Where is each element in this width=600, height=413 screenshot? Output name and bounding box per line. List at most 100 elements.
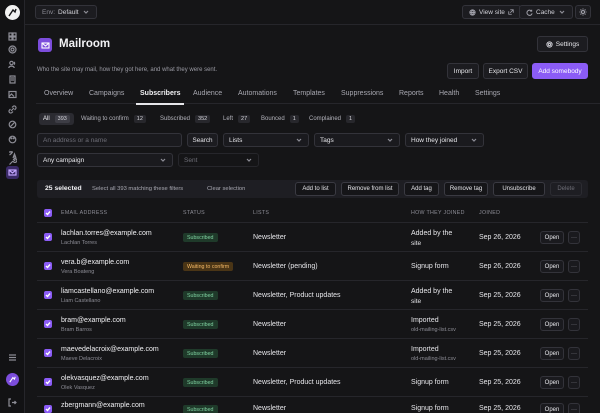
row-checkbox[interactable] <box>44 291 52 299</box>
more-actions-button[interactable]: ··· <box>568 347 580 360</box>
more-actions-button[interactable]: ··· <box>568 376 580 389</box>
segment-count: 393 <box>54 115 70 123</box>
table-row[interactable]: bram@example.com Bram Barros Subscribed … <box>37 309 588 338</box>
logo-icon[interactable] <box>5 5 20 20</box>
link-icon[interactable] <box>6 103 19 116</box>
block-icon[interactable] <box>6 118 19 131</box>
remove-tag-button[interactable]: Remove tag <box>444 182 488 196</box>
table-row[interactable]: lachlan.torres@example.com Lachlan Torre… <box>37 222 588 251</box>
select-all-checkbox[interactable] <box>44 209 52 217</box>
subscriber-email[interactable]: liamcastellano@example.com <box>61 288 154 295</box>
subscriber-email[interactable]: lachlan.torres@example.com <box>61 230 152 237</box>
logout-icon[interactable] <box>6 396 19 409</box>
dashboard-icon[interactable] <box>6 30 19 43</box>
delete-button[interactable]: Delete <box>550 182 582 196</box>
table-row[interactable]: liamcastellano@example.com Liam Castella… <box>37 280 588 309</box>
theme-toggle-button[interactable] <box>575 5 591 19</box>
segment-left[interactable]: Left 27 <box>223 113 251 125</box>
subscriber-email[interactable]: olekvasquez@example.com <box>61 375 149 382</box>
tab-reports[interactable]: Reports <box>399 90 424 97</box>
tab-overview[interactable]: Overview <box>44 90 73 97</box>
more-actions-button[interactable]: ··· <box>568 403 580 413</box>
table-row[interactable]: maevedelacroix@example.com Maeve Delacro… <box>37 338 588 367</box>
tab-audience[interactable]: Audience <box>193 90 222 97</box>
add-tag-button[interactable]: Add tag <box>404 182 439 196</box>
image-icon[interactable] <box>6 88 19 101</box>
row-checkbox[interactable] <box>44 262 52 270</box>
tab-health[interactable]: Health <box>439 90 459 97</box>
joined-date: Sep 25, 2026 <box>479 379 521 386</box>
palette-icon[interactable] <box>6 133 19 146</box>
column-header-lists[interactable]: LISTS <box>253 210 269 216</box>
campaign-select[interactable]: Any campaign <box>37 153 173 167</box>
user-avatar[interactable] <box>6 373 19 386</box>
import-button[interactable]: Import <box>447 63 479 79</box>
subscriber-lists: Newsletter <box>253 321 287 328</box>
add-to-list-button[interactable]: Add to list <box>295 182 336 196</box>
document-icon[interactable] <box>6 73 19 86</box>
open-button[interactable]: Open <box>540 318 564 331</box>
row-checkbox[interactable] <box>44 320 52 328</box>
export-csv-button[interactable]: Export CSV <box>483 63 528 79</box>
row-checkbox[interactable] <box>44 405 52 413</box>
segment-bounced[interactable]: Bounced 1 <box>261 113 299 125</box>
shortcuts-icon[interactable] <box>6 351 19 364</box>
settings-button[interactable]: Settings <box>537 36 588 52</box>
table-row[interactable]: vera.b@example.com Vera Boateng Waiting … <box>37 251 588 280</box>
lists-select[interactable]: Lists <box>223 133 309 147</box>
select-all-link[interactable]: Select all 393 matching these filters <box>92 186 183 192</box>
tab-campaigns[interactable]: Campaigns <box>89 90 124 97</box>
tags-select[interactable]: Tags <box>314 133 400 147</box>
subscriber-email[interactable]: bram@example.com <box>61 317 126 324</box>
remove-from-list-button[interactable]: Remove from list <box>341 182 399 196</box>
open-button[interactable]: Open <box>540 403 564 413</box>
search-input[interactable]: An address or a name <box>37 133 182 147</box>
open-button[interactable]: Open <box>540 231 564 244</box>
clear-selection-link[interactable]: Clear selection <box>207 186 245 192</box>
more-actions-button[interactable]: ··· <box>568 231 580 244</box>
open-button[interactable]: Open <box>540 260 564 273</box>
more-actions-button[interactable]: ··· <box>568 318 580 331</box>
users-icon[interactable] <box>6 58 19 71</box>
tab-subscribers[interactable]: Subscribers <box>140 90 180 97</box>
more-actions-button[interactable]: ··· <box>568 289 580 302</box>
tab-automations[interactable]: Automations <box>238 90 277 97</box>
cache-button[interactable]: Cache <box>519 5 573 19</box>
how-joined-select[interactable]: How they joined <box>405 133 484 147</box>
mail-icon[interactable] <box>6 166 19 179</box>
column-header-joined[interactable]: JOINED <box>479 210 500 216</box>
row-checkbox[interactable] <box>44 349 52 357</box>
search-button[interactable]: Search <box>187 133 218 147</box>
unsubscribe-button[interactable]: Unsubscribe <box>493 182 545 196</box>
open-button[interactable]: Open <box>540 376 564 389</box>
sent-select[interactable]: Sent <box>178 153 259 167</box>
row-checkbox[interactable] <box>44 233 52 241</box>
table-row[interactable]: zbergmann@example.com Subscribed Newslet… <box>37 396 588 413</box>
column-header-email[interactable]: EMAIL ADDRESS <box>61 210 107 216</box>
gear-icon[interactable] <box>6 43 19 56</box>
check-icon <box>45 293 51 298</box>
segment-waiting[interactable]: Waiting to confirm 12 <box>81 113 146 125</box>
status-badge: Subscribed <box>183 291 218 300</box>
segment-complained[interactable]: Complained 1 <box>309 113 356 125</box>
subscriber-email[interactable]: vera.b@example.com <box>61 259 129 266</box>
add-somebody-button[interactable]: Add somebody <box>532 63 588 79</box>
tab-templates[interactable]: Templates <box>293 90 325 97</box>
open-button[interactable]: Open <box>540 347 564 360</box>
environment-selector[interactable]: Env: Default <box>35 5 97 19</box>
row-checkbox[interactable] <box>44 378 52 386</box>
subscriber-lists: Newsletter (pending) <box>253 263 318 270</box>
tab-settings[interactable]: Settings <box>475 90 500 97</box>
subscriber-email[interactable]: zbergmann@example.com <box>61 402 145 409</box>
more-actions-button[interactable]: ··· <box>568 260 580 273</box>
segment-all[interactable]: All 393 <box>39 113 74 125</box>
open-button[interactable]: Open <box>540 289 564 302</box>
column-header-how-joined[interactable]: HOW THEY JOINED <box>411 210 465 216</box>
view-site-button[interactable]: View site <box>462 5 521 19</box>
external-link-icon <box>508 9 514 15</box>
segment-subscribed[interactable]: Subscribed 352 <box>160 113 211 125</box>
tab-suppressions[interactable]: Suppressions <box>341 90 383 97</box>
subscriber-email[interactable]: maevedelacroix@example.com <box>61 346 159 353</box>
table-row[interactable]: olekvasquez@example.com Olek Vasquez Sub… <box>37 367 588 396</box>
column-header-status[interactable]: STATUS <box>183 210 205 216</box>
